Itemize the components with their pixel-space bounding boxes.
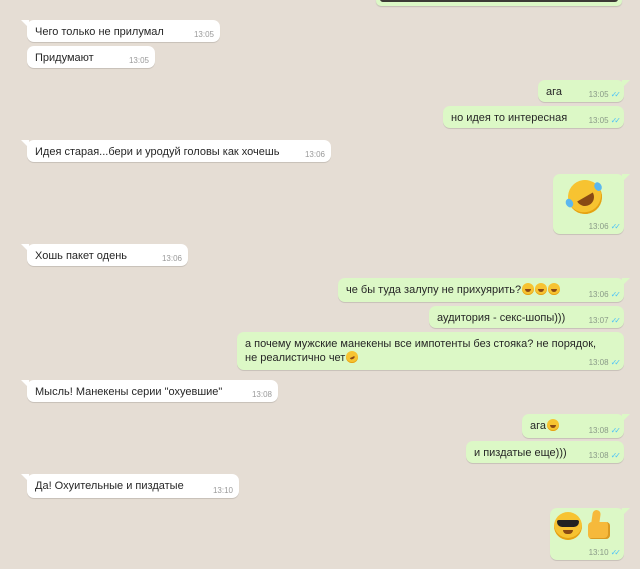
message-outgoing[interactable]: 13:10 ✓✓ <box>550 508 630 560</box>
rolling-on-floor-laughing-icon <box>561 173 609 221</box>
message-time: 13:06 <box>304 150 325 159</box>
message-meta: 13:08 ✓✓ <box>588 451 622 460</box>
message-meta: 13:08 ✓✓ <box>588 426 622 435</box>
message-time: 13:08 <box>588 426 609 435</box>
message-outgoing[interactable]: и пиздатые еще))) 13:08 ✓✓ <box>466 441 624 463</box>
message-time: 13:06 <box>588 222 609 231</box>
emoji-mouth <box>563 530 573 534</box>
message-time: 13:08 <box>251 390 272 399</box>
message-time: 13:08 <box>588 358 609 367</box>
read-receipt-icon: ✓✓ <box>610 426 622 435</box>
message-outgoing[interactable]: а почему мужские манекены все импотенты … <box>237 332 624 370</box>
message-meta: 13:06 ✓✓ <box>588 222 622 231</box>
read-receipt-icon: ✓✓ <box>610 116 622 125</box>
grinning-squinting-face-icon <box>547 419 560 431</box>
thumbs-up-icon <box>584 509 612 540</box>
read-receipt-icon: ✓✓ <box>610 90 622 99</box>
message-meta: 13:07 ✓✓ <box>588 316 622 325</box>
message-time: 13:10 <box>588 548 609 557</box>
message-text: Хошь пакет одень <box>35 250 128 262</box>
message-meta: 13:08 ✓✓ <box>588 358 622 367</box>
message-time: 13:06 <box>588 290 609 299</box>
chat-area[interactable]: Чего только не прилумал 13:05 Придумают … <box>0 0 640 569</box>
message-text: Мысль! Манекены серии "охуевшие" <box>35 386 223 398</box>
message-outgoing[interactable]: ага 13:05 ✓✓ <box>538 80 630 102</box>
read-receipt-icon: ✓✓ <box>610 290 622 299</box>
read-receipt-icon: ✓✓ <box>610 451 622 460</box>
emoji-tear <box>564 197 575 209</box>
message-time: 13:10 <box>212 486 233 495</box>
image-thumbnail[interactable] <box>380 0 618 2</box>
message-text: а почему мужские манекены все импотенты … <box>245 338 597 364</box>
message-text: че бы туда залупу не прихуярить? <box>346 284 522 296</box>
message-time: 13:05 <box>128 56 149 65</box>
message-outgoing[interactable]: аудитория - секс-шопы))) 13:07 ✓✓ <box>429 306 624 328</box>
read-receipt-icon: ✓✓ <box>610 222 622 231</box>
message-incoming[interactable]: Идея старая...бери и уродуй головы как х… <box>21 140 331 162</box>
read-receipt-icon: ✓✓ <box>610 316 622 325</box>
message-time: 13:05 <box>193 30 214 39</box>
message-incoming[interactable]: Хошь пакет одень 13:06 <box>21 244 188 266</box>
rolling-on-floor-laughing-icon <box>346 351 359 363</box>
message-outgoing[interactable]: 13:06 ✓✓ <box>553 173 630 234</box>
message-outgoing[interactable]: че бы туда залупу не прихуярить? 13:06 ✓✓ <box>338 278 630 302</box>
message-time: 13:08 <box>588 451 609 460</box>
message-outgoing[interactable]: ага 13:08 ✓✓ <box>522 414 630 438</box>
grinning-squinting-face-icon <box>548 283 561 295</box>
message-time: 13:05 <box>588 90 609 99</box>
message-incoming[interactable]: Придумают 13:05 <box>27 46 155 68</box>
message-meta: 13:05 ✓✓ <box>588 116 622 125</box>
smiling-face-with-sunglasses-icon <box>554 512 582 540</box>
message-content: а почему мужские манекены все импотенты … <box>245 337 600 365</box>
emoji-mouth <box>577 192 598 210</box>
message-meta: 13:05 ✓✓ <box>588 90 622 99</box>
thumb-palm <box>588 522 610 539</box>
grinning-squinting-face-icon <box>522 283 535 295</box>
message-outgoing[interactable]: но идея то интересная 13:05 ✓✓ <box>443 106 624 128</box>
message-time: 13:06 <box>161 254 182 263</box>
message-time: 13:07 <box>588 316 609 325</box>
read-receipt-icon: ✓✓ <box>610 358 622 367</box>
message-time: 13:05 <box>588 116 609 125</box>
message-content: че бы туда залупу не прихуярить? <box>346 283 616 297</box>
message-incoming[interactable]: Мысль! Манекены серии "охуевшие" 13:08 <box>21 380 278 402</box>
message-incoming[interactable]: Да! Охуительные и пиздатые 13:10 <box>21 474 239 498</box>
emoji-tear <box>592 180 604 193</box>
message-text: Чего только не прилумал <box>35 26 164 38</box>
message-text: Идея старая...бери и уродуй головы как х… <box>35 146 280 158</box>
message-incoming[interactable]: Чего только не прилумал 13:05 <box>21 20 220 42</box>
emoji-sunglasses <box>557 520 579 527</box>
message-text: Да! Охуительные и пиздатые <box>35 480 184 492</box>
message-text: ага <box>530 420 547 432</box>
read-receipt-icon: ✓✓ <box>610 548 622 557</box>
message-meta: 13:06 ✓✓ <box>588 290 622 299</box>
message-meta: 13:10 ✓✓ <box>588 548 622 557</box>
previous-image-message[interactable] <box>376 0 622 6</box>
grinning-squinting-face-icon <box>535 283 548 295</box>
